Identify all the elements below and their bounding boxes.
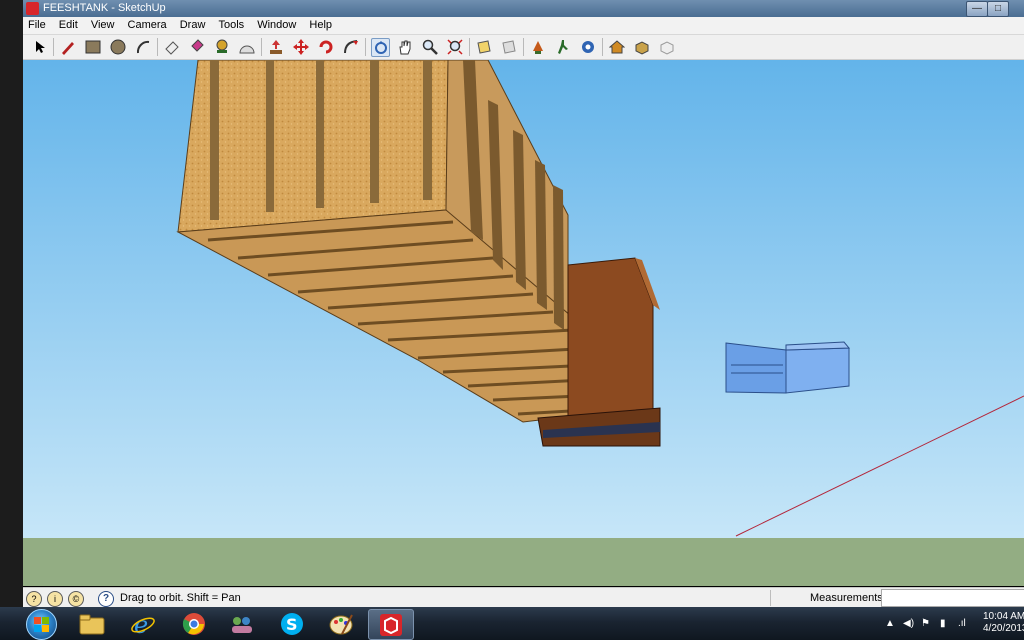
geo-location-icon[interactable]: ? xyxy=(26,591,42,607)
clock-date: 4/20/2013 xyxy=(983,623,1024,634)
system-clock[interactable]: 10:04 AM 4/20/2013 xyxy=(983,611,1024,635)
svg-text:S: S xyxy=(286,615,298,634)
credits-icon[interactable]: i xyxy=(47,591,63,607)
clock-time: 10:04 AM xyxy=(983,611,1024,622)
components-icon[interactable] xyxy=(633,38,651,56)
toolbar-separator xyxy=(53,38,54,56)
follow-me-icon[interactable] xyxy=(342,38,360,56)
status-hint: Drag to orbit. Shift = Pan xyxy=(120,592,241,604)
taskbar-paint[interactable] xyxy=(319,609,363,638)
toolbar-separator xyxy=(602,38,603,56)
pan-hand-icon[interactable] xyxy=(396,38,414,56)
look-around-icon[interactable] xyxy=(579,38,597,56)
sketchup-icon xyxy=(380,613,402,636)
toolbar-separator xyxy=(469,38,470,56)
menu-draw[interactable]: Draw xyxy=(175,17,211,31)
action-center-flag-icon[interactable]: ⚑ xyxy=(921,618,930,629)
network-people-icon xyxy=(232,616,252,633)
taskbar-skype[interactable]: S xyxy=(270,609,314,638)
menu-window[interactable]: Window xyxy=(252,17,301,31)
menu-edit[interactable]: Edit xyxy=(54,17,83,31)
styles-icon[interactable] xyxy=(658,38,676,56)
paint-bucket-icon[interactable] xyxy=(188,38,206,56)
rotate-tool-icon[interactable] xyxy=(317,38,335,56)
move-tool-icon[interactable] xyxy=(292,38,310,56)
title-bar: FEESHTANK - SketchUp — □ xyxy=(23,0,1024,17)
network-signal-icon[interactable]: .ıl xyxy=(958,618,966,629)
eraser-tool-icon[interactable] xyxy=(163,38,181,56)
minimize-button[interactable]: — xyxy=(966,1,988,17)
start-button[interactable] xyxy=(26,609,57,640)
circle-tool-icon[interactable] xyxy=(109,38,127,56)
toolbar-separator xyxy=(523,38,524,56)
status-bar: ? i © ? Drag to orbit. Shift = Pan Measu… xyxy=(23,587,1024,608)
menu-help[interactable]: Help xyxy=(304,17,337,31)
taskbar-sketchup[interactable] xyxy=(368,609,414,640)
ground xyxy=(23,538,1024,586)
paint-palette-icon xyxy=(329,614,353,634)
status-separator xyxy=(770,590,771,606)
skype-icon: S xyxy=(281,612,303,635)
section-fill-icon[interactable] xyxy=(500,38,518,56)
folder-icon xyxy=(79,614,105,634)
measurements-label: Measurements xyxy=(810,592,883,604)
position-camera-icon[interactable] xyxy=(529,38,547,56)
toolbar-separator xyxy=(365,38,366,56)
menu-tools[interactable]: Tools xyxy=(213,17,249,31)
warehouse-icon[interactable] xyxy=(608,38,626,56)
taskbar-network-app[interactable] xyxy=(220,609,264,638)
toolbar-separator xyxy=(157,38,158,56)
model-viewport[interactable] xyxy=(23,60,1024,586)
menu-camera[interactable]: Camera xyxy=(123,17,172,31)
taskbar-file-explorer[interactable] xyxy=(70,609,114,638)
blue-tank-model[interactable] xyxy=(725,341,851,394)
desktop-edge xyxy=(0,0,23,607)
measurements-input[interactable] xyxy=(881,589,1024,607)
menu-view[interactable]: View xyxy=(86,17,120,31)
windows-taskbar: e S ▲ ◀) ⚑ ▮ .ıl 10:04 AM 4/20/2013 xyxy=(0,607,1024,640)
toolbar xyxy=(23,35,1024,60)
menu-bar: File Edit View Camera Draw Tools Window … xyxy=(23,17,1024,35)
push-pull-icon[interactable] xyxy=(267,38,285,56)
user-icon[interactable]: © xyxy=(68,591,84,607)
taskbar-internet-explorer[interactable]: e xyxy=(121,609,165,638)
arc-tool-icon[interactable] xyxy=(134,38,152,56)
volume-icon[interactable]: ◀) xyxy=(903,618,914,629)
taskbar-chrome[interactable] xyxy=(172,609,216,638)
window-title: FEESHTANK - SketchUp xyxy=(43,2,166,14)
device-icon[interactable]: ▮ xyxy=(940,618,946,629)
select-tool-icon[interactable] xyxy=(31,38,49,56)
zoom-extents-icon[interactable] xyxy=(446,38,464,56)
protractor-icon[interactable] xyxy=(238,38,256,56)
rectangle-tool-icon[interactable] xyxy=(84,38,102,56)
orbit-tool-icon[interactable] xyxy=(371,38,390,57)
sketchup-app-icon[interactable] xyxy=(26,2,39,15)
toolbar-separator xyxy=(261,38,262,56)
instructor-help-icon[interactable]: ? xyxy=(98,591,114,607)
pencil-tool-icon[interactable] xyxy=(59,38,77,56)
walk-icon[interactable] xyxy=(554,38,572,56)
menu-file[interactable]: File xyxy=(23,17,51,31)
zoom-icon[interactable] xyxy=(421,38,439,56)
chrome-icon xyxy=(182,612,205,635)
section-plane-icon[interactable] xyxy=(475,38,493,56)
internet-explorer-icon: e xyxy=(131,612,155,636)
show-hidden-icons[interactable]: ▲ xyxy=(885,618,895,629)
windows-logo-icon xyxy=(34,617,49,632)
maximize-button[interactable]: □ xyxy=(987,1,1009,17)
tape-measure-icon[interactable] xyxy=(213,38,231,56)
